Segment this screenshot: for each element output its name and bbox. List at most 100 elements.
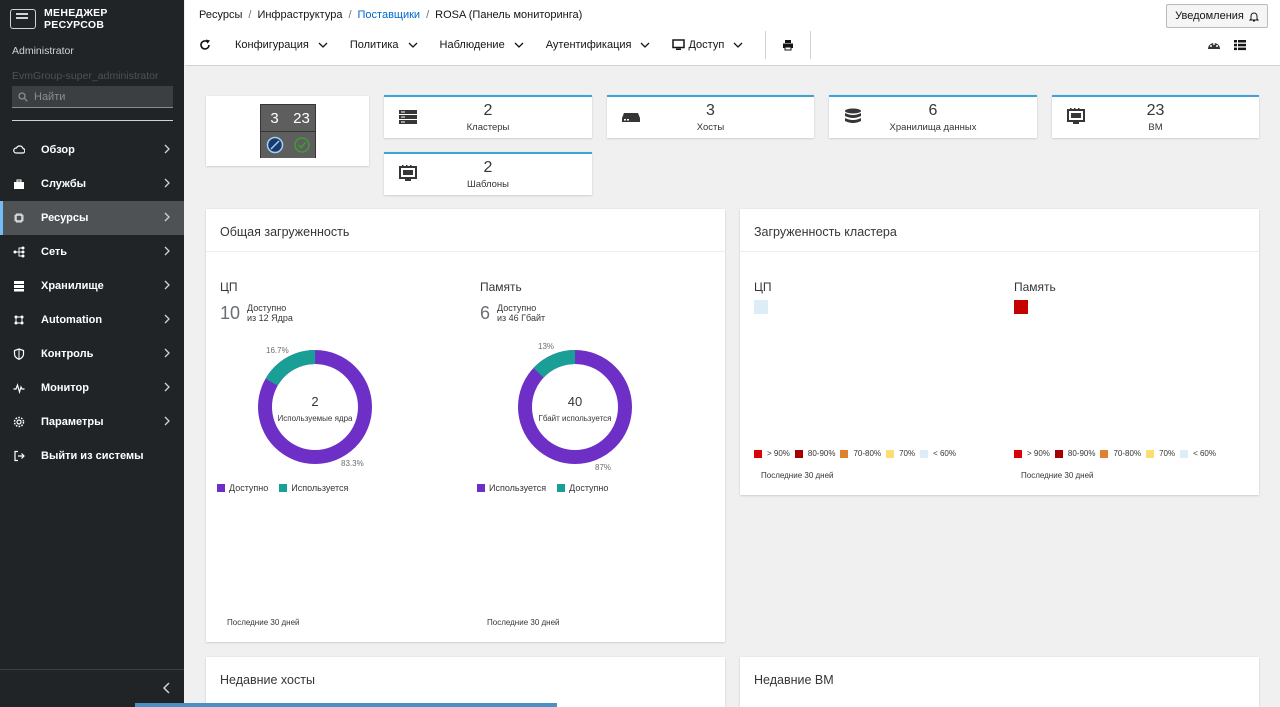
memory-available-value: 6 [480,303,491,323]
search-input[interactable]: Найти [12,86,173,108]
chevron-down-icon [408,42,417,48]
toolbar-dropdown-4[interactable]: Аутентификация [546,39,651,51]
toolbar-dropdown-3[interactable]: Наблюдение [440,39,524,51]
sidebar-item-9[interactable]: Параметры [0,405,184,439]
user-name[interactable]: Administrator [0,34,184,68]
cluster-memory-heatmap-cell[interactable] [1014,300,1028,314]
utilization-panel: Общая загруженность ЦП 10 Доступно из 12… [206,209,725,642]
memory-of-label: из 46 Гбайт [497,313,546,323]
shield-icon [12,347,26,361]
panel-title: Общая загруженность [220,225,350,239]
briefcase-icon [12,177,26,191]
memory-title: Память [480,280,522,294]
cpu-center-value: 2 [311,394,319,409]
stat-label: Шаблоны [466,179,509,190]
heat-legend-item: < 60% [920,449,956,458]
sidebar-item-5[interactable]: Хранилище [0,269,184,303]
sidebar-item-10[interactable]: Выйти из системы [0,439,184,473]
refresh-icon[interactable] [199,39,211,51]
sidebar-item-label: Монитор [41,382,89,394]
memory-center-value: 40 [567,394,583,409]
sidebar: МЕНЕДЖЕР РЕСУРСОВ Administrator EvmGroup… [0,0,184,707]
aggregate-quadicon: 3 23 [260,104,316,158]
stat-card-hosts[interactable]: 3 Хосты [607,95,814,138]
heat-legend-label: 70-80% [1113,449,1142,458]
sidebar-item-7[interactable]: Контроль [0,337,184,371]
breadcrumb-item[interactable]: Поставщики [358,9,421,21]
brand-line-1: МЕНЕДЖЕР [44,7,108,19]
toolbar-label: Доступ [688,39,725,51]
legend-swatch [279,484,288,492]
heat-legend-item: > 90% [754,449,790,458]
chevron-right-icon [164,416,170,426]
toolbar-dropdown-2[interactable]: Политика [350,39,418,51]
breadcrumb-item[interactable]: Ресурсы [199,9,242,21]
sidebar-item-8[interactable]: Монитор [0,371,184,405]
cpu-available-value: 10 [220,303,241,323]
notifications-button[interactable]: Уведомления [1166,4,1268,28]
heat-legend-item: 80-90% [1054,449,1095,458]
heat-legend-label: > 90% [1027,449,1050,458]
toolbar: Конфигурация Политика Наблюдение Аутентифик… [199,31,827,59]
legend-item[interactable]: Используется [477,483,546,493]
cluster-memory-title: Память [1014,280,1056,294]
legend-label: Доступно [569,483,609,493]
sidebar-item-4[interactable]: Сеть [0,235,184,269]
legend-item[interactable]: Доступно [557,483,608,493]
stat-label: Хранилища данных [889,122,977,133]
sidebar-item-3[interactable]: Ресурсы [0,201,184,235]
user-group[interactable]: EvmGroup-super_administrator [0,68,184,86]
panel-title: Загруженность кластера [754,225,897,239]
stat-card-templates[interactable]: 2 Шаблоны [384,152,592,195]
list-view-icon[interactable] [1233,39,1247,51]
automation-icon [12,313,26,327]
panel-title: Недавние ВМ [754,673,834,687]
stat-card-datastores[interactable]: 6 Хранилища данных [829,95,1037,138]
heat-legend-swatch [1014,449,1022,458]
dashboard-view-icon[interactable] [1207,39,1221,51]
toolbar-dropdown-1[interactable]: Конфигурация [235,39,328,51]
legend-swatch [477,484,485,492]
stat-label: Хосты [696,122,725,133]
sidebar-item-1[interactable]: Обзор [0,133,184,167]
legend-label: Доступно [229,483,269,493]
chevron-right-icon [164,178,170,188]
quad-bottom-left [261,132,288,158]
cpu-available-pct: 83.3% [341,459,364,468]
cluster-memory-footer: Последние 30 дней [1021,471,1094,480]
cpu-legend: Доступно Используется [217,483,359,493]
sidebar-item-2[interactable]: Службы [0,167,184,201]
heat-legend-label: 70-80% [853,449,882,458]
heat-legend-label: < 60% [933,449,956,458]
sidebar-item-label: Выйти из системы [41,450,144,462]
heat-legend-label: 70% [899,449,916,458]
legend-item[interactable]: Доступно [217,483,268,493]
aggregate-status-card[interactable]: 3 23 [206,96,369,166]
breadcrumb-item[interactable]: Инфраструктура [257,9,342,21]
sidebar-item-label: Обзор [41,144,75,156]
sidebar-footer [0,669,184,707]
sidebar-item-label: Automation [41,314,103,326]
notifications-label: Уведомления [1175,10,1244,22]
sidebar-item-label: Параметры [41,416,104,428]
print-icon[interactable] [782,39,794,51]
sidebar-item-label: Хранилище [41,280,104,292]
heat-legend-item: 70% [886,449,915,458]
collapse-sidebar-icon[interactable] [162,682,172,694]
header: Ресурсы / Инфраструктура / Поставщики / ROSA (… [185,0,1280,66]
chevron-down-icon [641,42,650,48]
toolbar-label: Наблюдение [439,39,505,51]
legend-swatch [217,484,225,492]
chevron-right-icon [164,280,170,290]
cluster-cpu-footer: Последние 30 дней [761,471,834,480]
toolbar-dropdown-5[interactable]: Доступ [672,39,743,51]
toolbar-label: Политика [349,39,399,51]
cluster-cpu-heatmap-cell[interactable] [754,300,768,314]
brand[interactable]: МЕНЕДЖЕР РЕСУРСОВ [0,0,184,34]
stat-card-vms[interactable]: 23 ВМ [1052,95,1259,138]
stat-card-clusters[interactable]: 2 Кластеры [384,95,592,138]
gear-icon [12,415,26,429]
sidebar-item-6[interactable]: Automation [0,303,184,337]
legend-item[interactable]: Используется [279,483,348,493]
cloud-icon [12,143,26,157]
